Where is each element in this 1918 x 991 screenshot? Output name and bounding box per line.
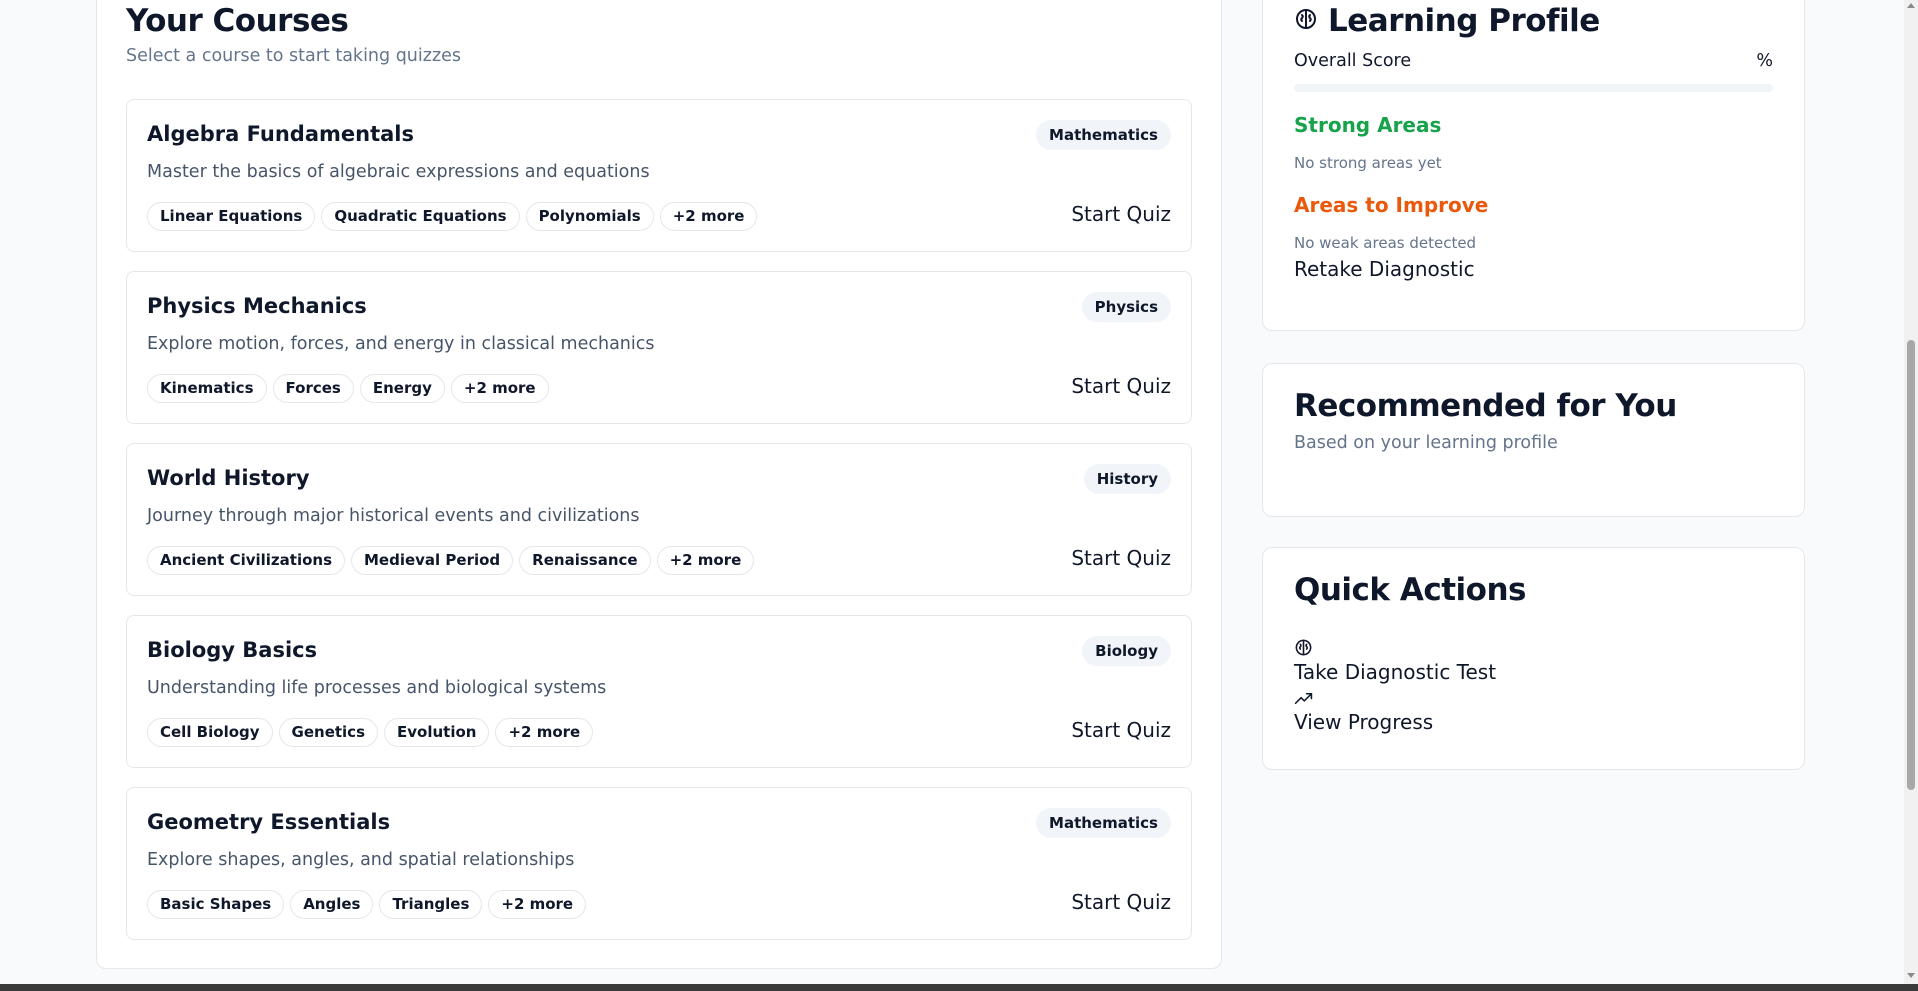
course-description: Explore shapes, angles, and spatial rela… [147, 850, 575, 870]
course-card[interactable]: Geometry Essentials Mathematics Explore … [126, 787, 1192, 940]
topic-tag: Quadratic Equations [321, 202, 520, 231]
topic-list: Basic Shapes Angles Triangles +2 more [147, 890, 587, 919]
topic-list: Ancient Civilizations Medieval Period Rena… [147, 546, 755, 575]
course-description: Master the basics of algebraic expressio… [147, 162, 650, 182]
topic-tag: Ancient Civilizations [147, 546, 345, 575]
overall-score-value: % [1756, 51, 1773, 71]
start-quiz-button[interactable]: Start Quiz [1071, 718, 1171, 742]
improve-areas-note: No weak areas detected [1294, 234, 1477, 252]
scroll-down-arrow-icon[interactable] [1907, 973, 1915, 978]
take-diagnostic-test-button[interactable]: Take Diagnostic Test [1294, 660, 1496, 684]
subject-badge: Biology [1082, 636, 1171, 666]
scrollbar-thumb[interactable] [1907, 340, 1915, 790]
course-card[interactable]: World History History Journey through ma… [126, 443, 1192, 596]
course-title: Biology Basics [147, 638, 318, 662]
recommended-title: Recommended for You [1294, 388, 1677, 424]
quick-actions-card: Quick Actions Take Diagnostic Test View … [1262, 547, 1805, 770]
brain-icon [1294, 3, 1318, 39]
topic-tag: Basic Shapes [147, 890, 285, 919]
course-description: Journey through major historical events … [147, 506, 640, 526]
topic-tag: Forces [272, 374, 354, 403]
topic-list: Cell Biology Genetics Evolution +2 more [147, 718, 594, 747]
topic-tag: +2 more [488, 890, 587, 919]
strong-areas-title: Strong Areas [1294, 113, 1442, 137]
topic-tag: +2 more [495, 718, 594, 747]
page-scrollbar[interactable] [1904, 0, 1918, 991]
course-title: World History [147, 466, 310, 490]
recommended-subtitle: Based on your learning profile [1294, 433, 1558, 453]
learning-profile-heading: Learning Profile [1294, 3, 1600, 39]
course-card[interactable]: Biology Basics Biology Understanding lif… [126, 615, 1192, 768]
course-card[interactable]: Algebra Fundamentals Mathematics Master … [126, 99, 1192, 252]
course-title: Algebra Fundamentals [147, 122, 414, 146]
course-title: Physics Mechanics [147, 294, 367, 318]
learning-profile-title: Learning Profile [1328, 3, 1600, 39]
start-quiz-button[interactable]: Start Quiz [1071, 202, 1171, 226]
topic-tag: Angles [290, 890, 374, 919]
start-quiz-button[interactable]: Start Quiz [1071, 374, 1171, 398]
topic-tag: Polynomials [525, 202, 654, 231]
learning-profile-card: Learning Profile Overall Score % Strong … [1262, 0, 1805, 331]
topic-tag: Triangles [379, 890, 483, 919]
course-description: Understanding life processes and biologi… [147, 678, 607, 698]
subject-badge: Mathematics [1036, 808, 1171, 838]
start-quiz-button[interactable]: Start Quiz [1071, 890, 1171, 914]
topic-list: Kinematics Forces Energy +2 more [147, 374, 549, 403]
topic-tag: Medieval Period [351, 546, 514, 575]
retake-diagnostic-button[interactable]: Retake Diagnostic [1294, 257, 1475, 281]
topic-tag: Linear Equations [147, 202, 316, 231]
topic-tag: Cell Biology [147, 718, 273, 747]
course-description: Explore motion, forces, and energy in cl… [147, 334, 655, 354]
strong-areas-note: No strong areas yet [1294, 154, 1442, 172]
topic-tag: +2 more [450, 374, 549, 403]
view-progress-button[interactable]: View Progress [1294, 710, 1433, 734]
courses-subtitle: Select a course to start taking quizzes [126, 46, 462, 66]
overall-score-progress [1294, 84, 1773, 92]
subject-badge: Physics [1081, 292, 1171, 322]
scroll-up-arrow-icon[interactable] [1907, 3, 1915, 8]
brain-icon [1294, 638, 1313, 661]
topic-tag: +2 more [656, 546, 755, 575]
subject-badge: History [1083, 464, 1171, 494]
course-title: Geometry Essentials [147, 810, 391, 834]
topic-list: Linear Equations Quadratic Equations Polyn… [147, 202, 758, 231]
quick-actions-title: Quick Actions [1294, 572, 1526, 608]
bottom-bar [0, 984, 1918, 991]
improve-areas-title: Areas to Improve [1294, 193, 1489, 217]
trending-up-icon [1294, 689, 1313, 712]
courses-title: Your Courses [126, 3, 349, 39]
topic-tag: Evolution [384, 718, 490, 747]
overall-score-label: Overall Score [1294, 51, 1412, 71]
topic-tag: Energy [359, 374, 445, 403]
topic-tag: Genetics [278, 718, 379, 747]
recommended-card: Recommended for You Based on your learni… [1262, 363, 1805, 517]
topic-tag: Kinematics [147, 374, 267, 403]
start-quiz-button[interactable]: Start Quiz [1071, 546, 1171, 570]
course-card[interactable]: Physics Mechanics Physics Explore motion… [126, 271, 1192, 424]
topic-tag: Renaissance [519, 546, 651, 575]
overall-score-row: Overall Score % [1294, 51, 1773, 71]
subject-badge: Mathematics [1036, 120, 1171, 150]
topic-tag: +2 more [659, 202, 758, 231]
